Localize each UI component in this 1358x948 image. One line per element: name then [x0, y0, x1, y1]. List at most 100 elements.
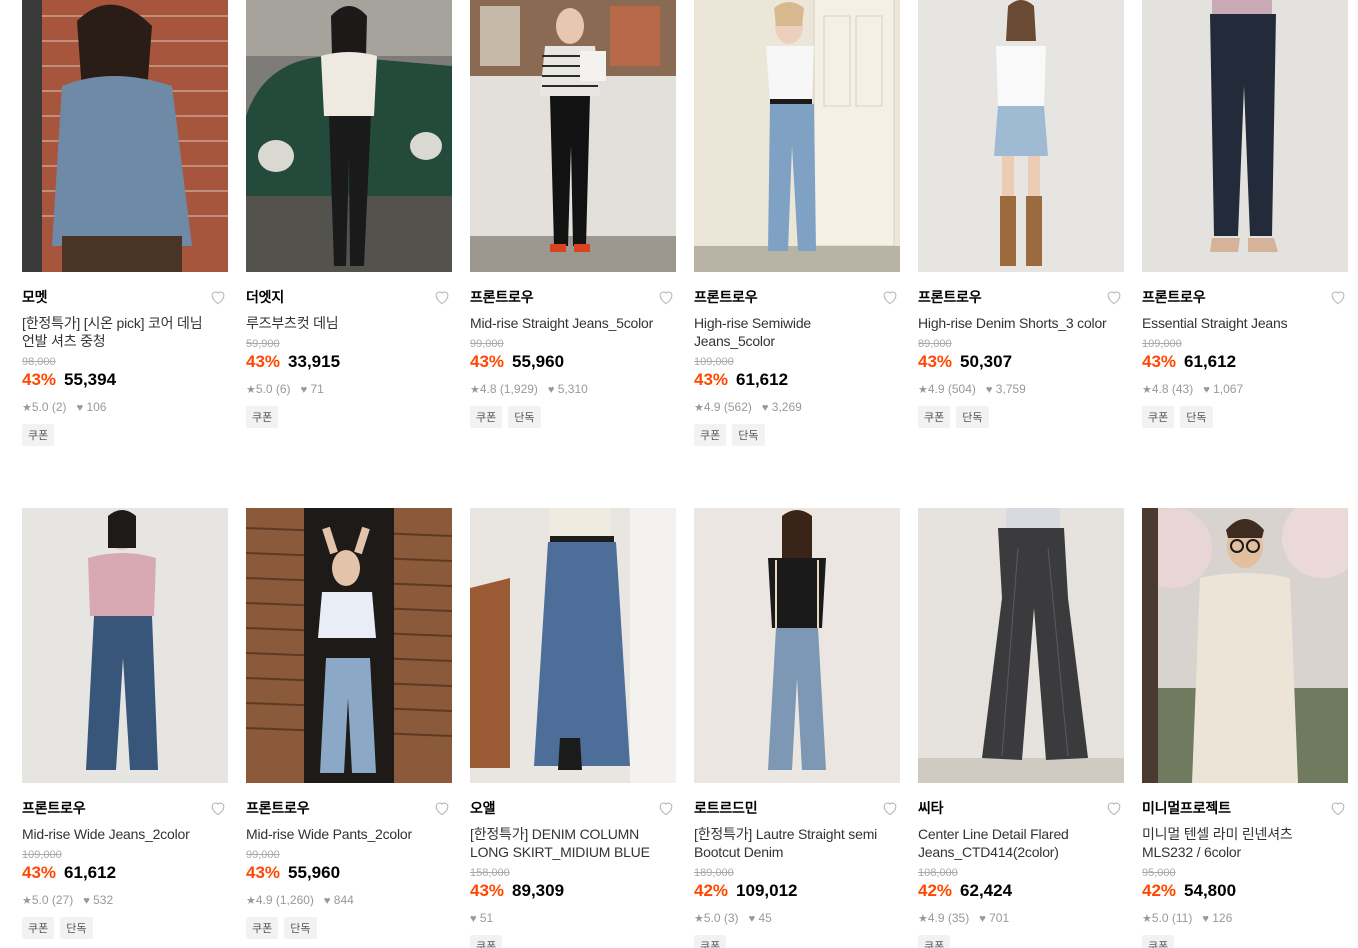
star-icon: ★	[1142, 913, 1152, 925]
product-name[interactable]: 루즈부츠컷 데님	[246, 314, 438, 332]
product-image[interactable]	[694, 0, 900, 272]
product-name[interactable]: Center Line Detail Flared Jeans_CTD414(2…	[918, 825, 1110, 861]
product-name[interactable]: [한정특가] [시온 pick] 코어 데님 언발 셔츠 중청	[22, 314, 214, 350]
product-brand[interactable]: 씨타	[918, 798, 944, 818]
discount-rate: 43%	[1142, 352, 1177, 371]
product-card[interactable]: 프론트로우 Mid-rise Wide Jeans_2color 109,000…	[22, 508, 228, 948]
rating: ★4.9 (1,260)	[246, 893, 314, 907]
original-price: 108,000	[918, 867, 958, 879]
rating: ★5.0 (2)	[22, 400, 67, 414]
heart-outline-icon[interactable]	[1328, 287, 1348, 307]
rating: ★5.0 (3)	[694, 911, 739, 925]
tag-exclusive: 단독	[284, 917, 317, 939]
heart-outline-icon[interactable]	[432, 287, 452, 307]
product-brand[interactable]: 프론트로우	[694, 287, 758, 307]
product-brand[interactable]: 미니멀프로젝트	[1142, 798, 1231, 818]
product-name[interactable]: Mid-rise Wide Pants_2color	[246, 825, 438, 843]
product-card[interactable]: 프론트로우 High-rise Denim Shorts_3 color 89,…	[918, 0, 1124, 446]
like-count: ♥ 3,269	[761, 400, 802, 414]
tag-coupon: 쿠폰	[694, 935, 727, 948]
product-brand[interactable]: 모멧	[22, 287, 48, 307]
tag-exclusive: 단독	[956, 406, 989, 428]
product-brand[interactable]: 로트르드민	[694, 798, 758, 818]
product-name[interactable]: [한정특가] Lautre Straight semi Bootcut Deni…	[694, 825, 886, 861]
product-image[interactable]	[22, 508, 228, 783]
product-image[interactable]	[246, 0, 452, 272]
tag-coupon: 쿠폰	[470, 935, 503, 948]
heart-filled-icon: ♥	[985, 384, 993, 396]
product-image[interactable]	[918, 508, 1124, 783]
product-image[interactable]	[694, 508, 900, 783]
original-price: 109,000	[1142, 338, 1182, 350]
product-name[interactable]: [한정특가] DENIM COLUMN LONG SKIRT_MIDIUM BL…	[470, 825, 662, 861]
heart-outline-icon[interactable]	[656, 798, 676, 818]
star-icon: ★	[22, 895, 32, 907]
product-card[interactable]: 씨타 Center Line Detail Flared Jeans_CTD41…	[918, 508, 1124, 948]
like-count: ♥ 106	[76, 400, 107, 414]
heart-outline-icon[interactable]	[880, 798, 900, 818]
product-card[interactable]: 미니멀프로젝트 미니멀 텐셀 라미 린넨셔츠 MLS232 / 6color 9…	[1142, 508, 1348, 948]
heart-outline-icon[interactable]	[880, 287, 900, 307]
product-name[interactable]: Mid-rise Straight Jeans_5color	[470, 314, 662, 332]
product-card[interactable]: 오앨 [한정특가] DENIM COLUMN LONG SKIRT_MIDIUM…	[470, 508, 676, 948]
product-image[interactable]	[246, 508, 452, 783]
product-image[interactable]	[1142, 0, 1348, 272]
discount-rate: 43%	[470, 881, 505, 900]
heart-filled-icon: ♥	[83, 895, 90, 907]
product-card[interactable]: 프론트로우 Mid-rise Straight Jeans_5color 99,…	[470, 0, 676, 446]
product-brand[interactable]: 프론트로우	[246, 798, 310, 818]
heart-outline-icon[interactable]	[1328, 798, 1348, 818]
rating: ★4.9 (504)	[918, 382, 976, 396]
like-count: ♥ 71	[300, 382, 324, 396]
product-card[interactable]: 프론트로우 Essential Straight Jeans 109,000 4…	[1142, 0, 1348, 446]
heart-filled-icon: ♥	[547, 384, 555, 396]
original-price: 99,000	[470, 338, 504, 350]
product-name[interactable]: Mid-rise Wide Jeans_2color	[22, 825, 214, 843]
tag-exclusive: 단독	[1180, 406, 1213, 428]
product-brand[interactable]: 더엣지	[246, 287, 284, 307]
product-row-1: 모멧 [한정특가] [시온 pick] 코어 데님 언발 셔츠 중청 98,00…	[22, 0, 1348, 446]
product-card[interactable]: 더엣지 루즈부츠컷 데님 59,900 43% 33,915 ★5.0 (6) …	[246, 0, 452, 446]
product-image[interactable]	[470, 0, 676, 272]
product-name[interactable]: High-rise Semiwide Jeans_5color	[694, 314, 886, 350]
product-card[interactable]: 로트르드민 [한정특가] Lautre Straight semi Bootcu…	[694, 508, 900, 948]
tag-exclusive: 단독	[60, 917, 93, 939]
original-price: 98,000	[22, 356, 56, 368]
heart-outline-icon[interactable]	[208, 287, 228, 307]
product-brand[interactable]: 프론트로우	[1142, 287, 1206, 307]
product-image[interactable]	[22, 0, 228, 272]
like-count: ♥ 45	[748, 911, 772, 925]
star-icon: ★	[694, 913, 704, 925]
star-icon: ★	[246, 384, 256, 396]
sale-price: 89,309	[512, 881, 565, 900]
original-price: 109,000	[694, 356, 734, 368]
heart-outline-icon[interactable]	[656, 287, 676, 307]
product-card[interactable]: 모멧 [한정특가] [시온 pick] 코어 데님 언발 셔츠 중청 98,00…	[22, 0, 228, 446]
product-image[interactable]	[918, 0, 1124, 272]
product-image[interactable]	[1142, 508, 1348, 783]
heart-outline-icon[interactable]	[432, 798, 452, 818]
product-image[interactable]	[470, 508, 676, 783]
heart-outline-icon[interactable]	[1104, 798, 1124, 818]
product-brand[interactable]: 프론트로우	[22, 798, 86, 818]
product-brand[interactable]: 프론트로우	[918, 287, 982, 307]
like-count: ♥ 1,067	[1203, 382, 1244, 396]
heart-outline-icon[interactable]	[208, 798, 228, 818]
product-name[interactable]: High-rise Denim Shorts_3 color	[918, 314, 1110, 332]
product-card[interactable]: 프론트로우 Mid-rise Wide Pants_2color 99,000 …	[246, 508, 452, 948]
discount-rate: 42%	[1142, 881, 1177, 900]
product-brand[interactable]: 오앨	[470, 798, 496, 818]
sale-price: 55,960	[512, 352, 565, 371]
product-name[interactable]: 미니멀 텐셀 라미 린넨셔츠 MLS232 / 6color	[1142, 825, 1334, 861]
sale-price: 61,612	[1184, 352, 1237, 371]
star-icon: ★	[246, 895, 256, 907]
product-name[interactable]: Essential Straight Jeans	[1142, 314, 1334, 332]
discount-rate: 43%	[694, 370, 729, 389]
product-card[interactable]: 프론트로우 High-rise Semiwide Jeans_5color 10…	[694, 0, 900, 446]
tag-coupon: 쿠폰	[22, 917, 55, 939]
star-icon: ★	[470, 384, 480, 396]
heart-outline-icon[interactable]	[1104, 287, 1124, 307]
tag-coupon: 쿠폰	[22, 424, 55, 446]
like-count: ♥ 51	[470, 911, 494, 925]
product-brand[interactable]: 프론트로우	[470, 287, 534, 307]
